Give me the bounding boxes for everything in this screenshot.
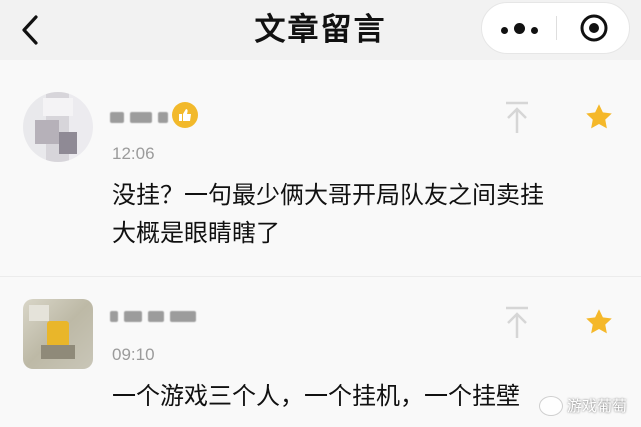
pin-to-top-icon (506, 101, 528, 133)
avatar[interactable] (23, 92, 93, 162)
more-dots-icon (498, 19, 541, 38)
thumbs-up-badge-icon (172, 102, 198, 128)
mini-program-capsule (481, 2, 630, 54)
more-button[interactable] (482, 3, 556, 53)
star-button[interactable] (584, 307, 614, 337)
pin-to-top-button[interactable] (502, 305, 532, 341)
watermark-text: 游戏葡萄 (566, 397, 627, 415)
star-button[interactable] (584, 102, 614, 132)
comment-time: 12:06 (112, 144, 155, 163)
nickname (110, 110, 168, 124)
pin-to-top-icon (506, 306, 528, 338)
navigation-bar: 文章留言 (0, 0, 641, 60)
nickname (110, 309, 196, 323)
comment-text-line: 大概是眼睛瞎了 (112, 219, 280, 247)
comment-text-line: 没挂？一句最少俩大哥开局队友之间卖挂 (112, 181, 544, 209)
wechat-logo-icon (538, 395, 563, 416)
comment-text: 没挂？一句最少俩大哥开局队友之间卖挂 大概是眼睛瞎了 (112, 176, 622, 252)
star-icon (586, 104, 612, 129)
comment-time: 09:10 (112, 345, 155, 364)
star-icon (586, 309, 612, 334)
avatar[interactable] (23, 299, 93, 369)
close-program-button[interactable] (557, 3, 631, 53)
watermark: 游戏葡萄 (538, 395, 627, 416)
pin-to-top-button[interactable] (502, 100, 532, 136)
comment-item: 12:06 没挂？一句最少俩大哥开局队友之间卖挂 大概是眼睛瞎了 (0, 60, 641, 276)
target-circle-icon (580, 14, 608, 42)
